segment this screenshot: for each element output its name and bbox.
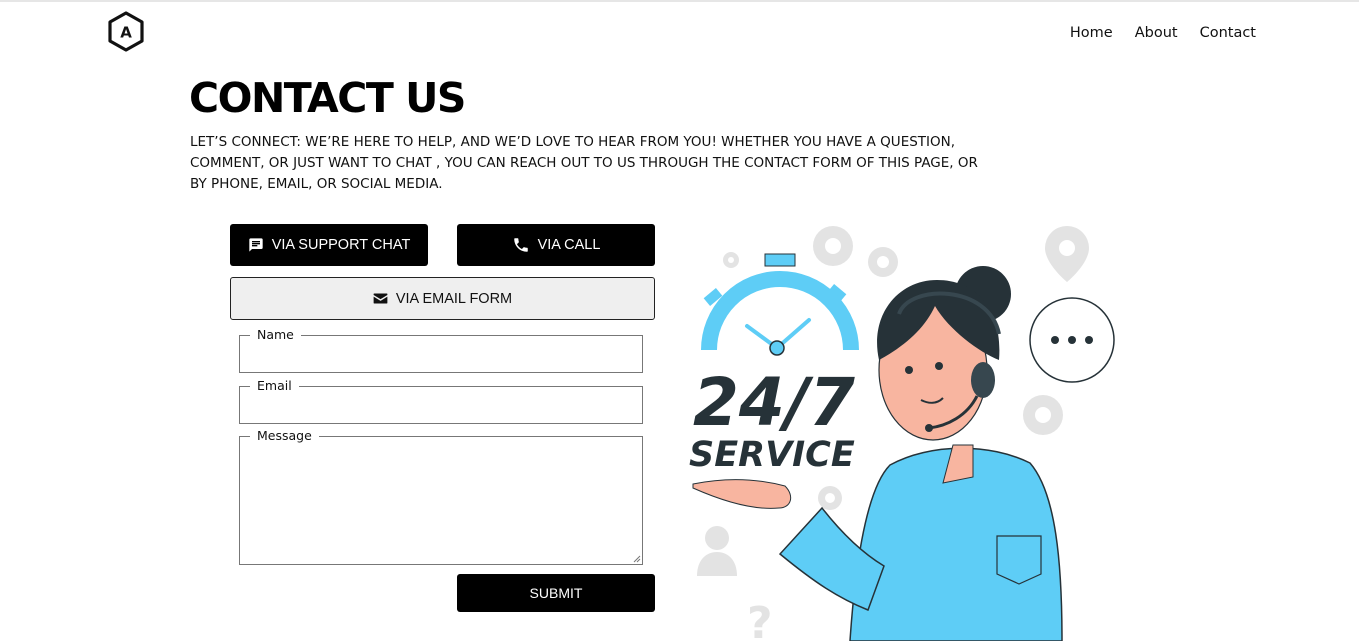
phone-icon <box>513 238 528 252</box>
nav-about-link[interactable]: About <box>1135 25 1178 41</box>
brand-logo[interactable]: A <box>106 10 146 54</box>
user-silhouette-icon <box>697 526 737 576</box>
top-divider <box>0 0 1359 2</box>
nav-home-link[interactable]: Home <box>1070 25 1113 41</box>
name-label: Name <box>250 327 301 342</box>
speech-bubble-icon <box>1029 297 1115 383</box>
intro-text: LET’S CONNECT: WE’RE HERE TO HELP, AND W… <box>190 134 978 192</box>
submit-label: SUBMIT <box>529 585 583 601</box>
main-nav: Home About Contact <box>1070 25 1256 41</box>
support-chat-label: VIA SUPPORT CHAT <box>271 237 411 253</box>
name-field[interactable]: Name <box>239 327 643 373</box>
call-label: VIA CALL <box>537 237 601 253</box>
email-field[interactable]: Email <box>239 378 643 424</box>
customer-service-illustration: ? 24/7 SERVICE <box>689 226 1115 641</box>
message-textarea[interactable]: Message <box>239 428 643 565</box>
big-247-text: 24/7 <box>693 364 855 441</box>
email-form-label: VIA EMAIL FORM <box>395 290 513 307</box>
nav-contact-link[interactable]: Contact <box>1200 25 1256 41</box>
message-label: Message <box>250 428 319 443</box>
envelope-icon <box>373 293 388 304</box>
email-form-button[interactable]: VIA EMAIL FORM <box>230 277 655 320</box>
call-button[interactable]: VIA CALL <box>457 224 655 266</box>
page-title: CONTACT US <box>189 74 466 122</box>
logo-letter: A <box>120 24 132 42</box>
email-label: Email <box>250 378 299 393</box>
submit-button[interactable]: SUBMIT <box>457 574 655 612</box>
resize-handle-icon[interactable] <box>633 555 641 563</box>
support-chat-button[interactable]: VIA SUPPORT CHAT <box>230 224 428 266</box>
svg-text:?: ? <box>747 598 773 641</box>
stopwatch-icon <box>701 253 859 356</box>
service-text: SERVICE <box>689 435 855 475</box>
chat-icon <box>249 238 263 252</box>
